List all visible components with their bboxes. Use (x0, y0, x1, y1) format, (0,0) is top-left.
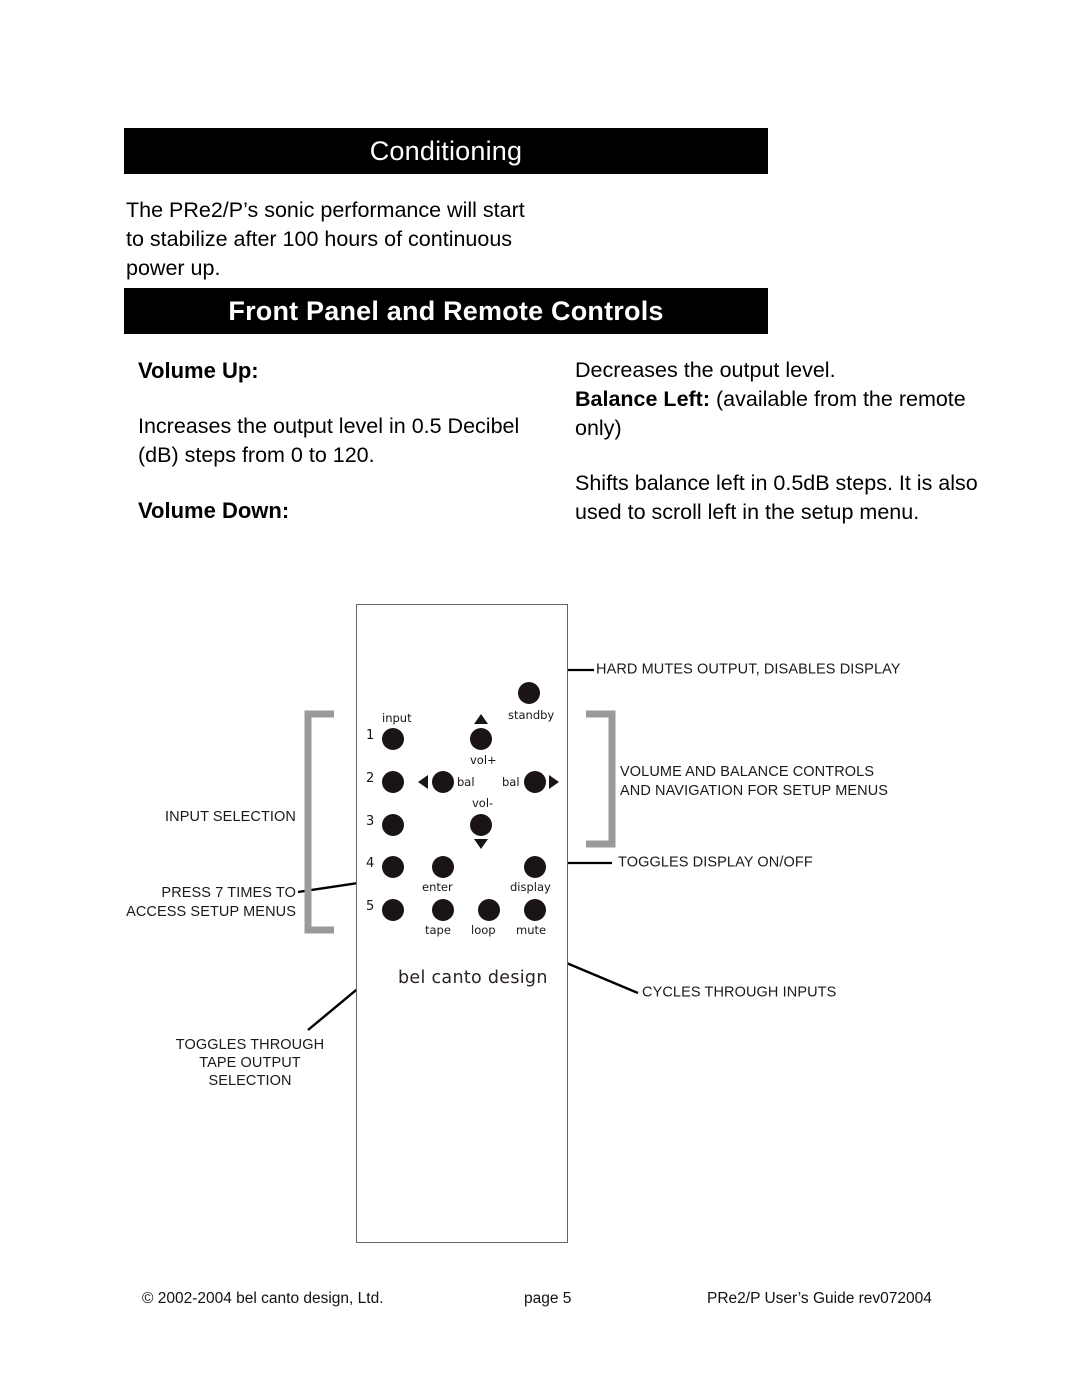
section-header-front-panel: Front Panel and Remote Controls (124, 288, 768, 334)
callout-press-7-line1: PRESS 7 TIMES TO (161, 885, 296, 901)
volume-down-heading: Volume Down: (138, 498, 290, 523)
leader-line-loop (487, 928, 639, 995)
remote-button-balance-right[interactable] (524, 771, 546, 793)
remote-button-enter[interactable] (432, 856, 454, 878)
footer-guide-revision: PRe2/P User’s Guide rev072004 (707, 1290, 932, 1307)
footer-page-number: page 5 (524, 1290, 572, 1307)
callout-tape-output-line2: TAPE OUTPUT (199, 1055, 301, 1071)
remote-label-display: display (510, 880, 551, 894)
remote-label-enter: enter (422, 880, 453, 894)
balance-left-heading: Balance Left: (575, 387, 711, 411)
remote-button-input-2[interactable] (382, 771, 404, 793)
remote-label-tape: tape (425, 923, 451, 937)
remote-button-input-1[interactable] (382, 728, 404, 750)
callout-toggles-display: TOGGLES DISPLAY ON/OFF (618, 854, 813, 871)
remote-label-bal-left: bal (457, 775, 475, 789)
callout-volume-balance-line2: AND NAVIGATION FOR SETUP MENUS (620, 783, 889, 799)
remote-label-standby: standby (508, 708, 555, 722)
remote-button-vol-up[interactable] (470, 728, 492, 750)
bracket-left-input-selection (304, 710, 334, 934)
remote-brand-logo: bel canto design (398, 968, 548, 988)
bracket-right-volume-balance (586, 710, 616, 848)
leader-line-enter (297, 870, 433, 894)
remote-button-standby[interactable] (518, 682, 540, 704)
callout-tape-output-line1: TOGGLES THROUGH (175, 1037, 325, 1053)
remote-label-bal-right: bal (502, 775, 520, 789)
remote-number-4: 4 (366, 856, 375, 871)
remote-label-mute: mute (516, 923, 547, 937)
remote-button-mute[interactable] (524, 899, 546, 921)
callout-hard-mutes: HARD MUTES OUTPUT, DISABLES DISPLAY (596, 661, 901, 678)
balance-left-block: Decreases the output level. Balance Left… (575, 356, 985, 443)
remote-body-outline (356, 604, 568, 1243)
remote-label-loop: loop (471, 923, 496, 937)
leader-line-tape (307, 926, 433, 1031)
callout-press-7-line2: ACCESS SETUP MENUS (126, 904, 296, 920)
remote-label-vol-up: vol+ (470, 753, 497, 767)
remote-button-input-5[interactable] (382, 899, 404, 921)
decreases-output-line: Decreases the output level. (575, 358, 836, 382)
volume-up-paragraph: Increases the output level in 0.5 Decibe… (138, 414, 520, 467)
remote-number-1: 1 (366, 728, 375, 743)
callout-cycles-inputs: CYCLES THROUGH INPUTS (642, 984, 837, 1001)
remote-button-vol-down[interactable] (470, 814, 492, 836)
remote-button-balance-left[interactable] (432, 771, 454, 793)
section-header-conditioning: Conditioning (124, 128, 768, 174)
remote-label-vol-down: vol- (472, 796, 494, 810)
callout-tape-output-line3: SELECTION (208, 1073, 292, 1089)
remote-button-display[interactable] (524, 856, 546, 878)
footer-copyright: © 2002-2004 bel canto design, Ltd. (142, 1290, 384, 1307)
section-header-conditioning-title: Conditioning (369, 135, 523, 166)
remote-number-2: 2 (366, 771, 375, 786)
triangle-left-icon (418, 775, 428, 789)
remote-number-3: 3 (366, 814, 375, 829)
triangle-right-icon (549, 775, 559, 789)
triangle-down-icon (474, 839, 488, 849)
remote-button-tape[interactable] (432, 899, 454, 921)
remote-label-input: input (382, 711, 412, 725)
leader-line-standby (539, 668, 594, 691)
section-header-front-panel-title: Front Panel and Remote Controls (228, 295, 664, 326)
volume-up-heading: Volume Up: (138, 358, 259, 383)
remote-button-input-3[interactable] (382, 814, 404, 836)
remote-number-5: 5 (366, 899, 375, 914)
triangle-up-icon (474, 714, 488, 724)
callout-input-selection: INPUT SELECTION (165, 809, 296, 825)
remote-button-input-4[interactable] (382, 856, 404, 878)
document-page: Conditioning Front Panel and Remote Cont… (0, 0, 1080, 1397)
callout-volume-balance-line1: VOLUME AND BALANCE CONTROLS (620, 764, 875, 780)
conditioning-paragraph: The PRe2/P’s sonic performance will star… (126, 198, 525, 280)
remote-button-loop[interactable] (478, 899, 500, 921)
balance-left-paragraph: Shifts balance left in 0.5dB steps. It i… (575, 471, 978, 524)
